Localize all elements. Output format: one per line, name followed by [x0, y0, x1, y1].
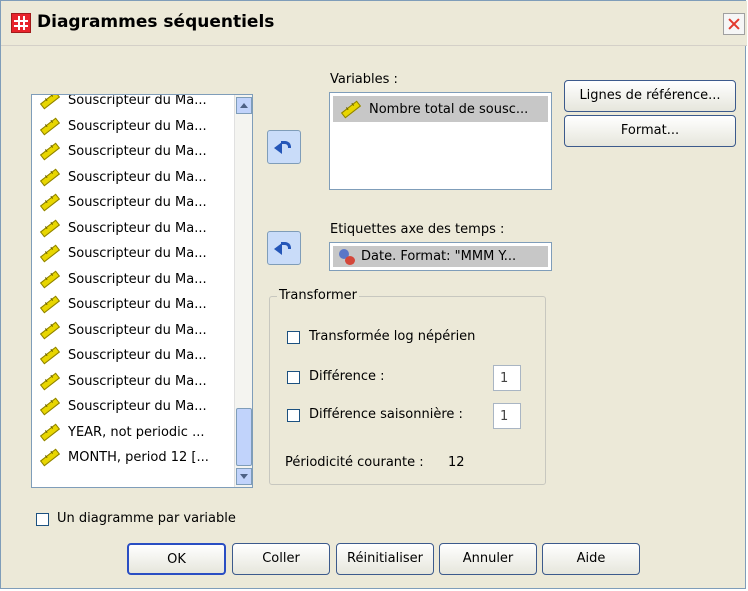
one-chart-per-variable-checkbox[interactable]: [36, 513, 49, 526]
variable-list-item-label: Souscripteur du Ma...: [68, 195, 207, 210]
scale-variable-icon: [38, 425, 58, 439]
app-grid-icon: [11, 13, 31, 33]
scale-variable-icon: [38, 170, 58, 184]
variables-selected-text: Nombre total de sousc...: [369, 102, 529, 117]
paste-button[interactable]: Coller: [232, 543, 330, 575]
variable-list-item-label: Souscripteur du Ma...: [68, 399, 207, 414]
variable-list-item[interactable]: Souscripteur du Ma...: [32, 369, 230, 395]
move-to-time-axis-arrow-icon[interactable]: [267, 231, 301, 265]
source-variable-list[interactable]: Souscripteur du Ma... Souscripteur du Ma.…: [31, 94, 253, 488]
scale-variable-icon: [339, 102, 359, 116]
variable-list-item-label: Souscripteur du Ma...: [68, 348, 207, 363]
scale-variable-icon: [38, 374, 58, 388]
cancel-button[interactable]: Annuler: [439, 543, 537, 575]
difference-label: Différence :: [309, 369, 385, 384]
variables-selected-item[interactable]: Nombre total de sousc...: [333, 96, 548, 122]
scroll-thumb[interactable]: [236, 408, 252, 466]
time-axis-label: Etiquettes axe des temps :: [330, 222, 505, 237]
close-button[interactable]: [723, 13, 745, 35]
seasonal-difference-value: 1: [500, 409, 509, 424]
variable-list-item[interactable]: Souscripteur du Ma...: [32, 139, 230, 165]
help-button[interactable]: Aide: [542, 543, 640, 575]
seasonal-difference-input[interactable]: 1: [493, 403, 521, 429]
difference-input[interactable]: 1: [493, 365, 521, 391]
scroll-up-button[interactable]: [236, 97, 252, 114]
variable-list-item-label: Souscripteur du Ma...: [68, 271, 207, 287]
variable-list-item[interactable]: Souscripteur du Ma...: [32, 267, 230, 293]
scale-variable-icon: [38, 246, 58, 260]
seasonal-difference-checkbox[interactable]: [287, 409, 300, 422]
scale-variable-icon: [38, 399, 58, 413]
scroll-down-button[interactable]: [236, 468, 252, 485]
scale-variable-icon: [38, 119, 58, 133]
variable-list-item[interactable]: Souscripteur du Ma...: [32, 241, 230, 267]
variable-list-item-label: Souscripteur du Ma...: [68, 373, 207, 389]
periodicity-label: Périodicité courante :: [285, 455, 424, 470]
scale-variable-icon: [38, 297, 58, 311]
variable-list-item[interactable]: YEAR, not periodic ...: [32, 420, 230, 446]
scale-variable-icon: [38, 95, 58, 107]
variable-list-item[interactable]: Souscripteur du Ma...: [32, 318, 230, 344]
variable-list-item-label: MONTH, period 12 [...: [68, 450, 209, 465]
variable-list-item[interactable]: Souscripteur du Ma...: [32, 292, 230, 318]
title-bar: Diagrammes séquentiels: [1, 1, 747, 46]
transform-group-title: Transformer: [277, 288, 360, 303]
scale-variable-icon: [38, 272, 58, 286]
variable-list-item-label: Souscripteur du Ma...: [68, 246, 207, 261]
variable-list-item[interactable]: Souscripteur du Ma...: [32, 343, 230, 369]
variable-list-item-label: Souscripteur du Ma...: [68, 169, 207, 185]
variable-list-item-label: Souscripteur du Ma...: [68, 297, 207, 312]
difference-checkbox[interactable]: [287, 371, 300, 384]
variable-list-item[interactable]: Souscripteur du Ma...: [32, 114, 230, 140]
move-to-variables-arrow-icon[interactable]: [267, 130, 301, 164]
scale-variable-icon: [38, 348, 58, 362]
variable-list-item-label: Souscripteur du Ma...: [68, 220, 207, 236]
time-axis-selected-text: Date. Format: "MMM Y...: [361, 249, 517, 264]
time-axis-selected-item[interactable]: Date. Format: "MMM Y...: [333, 246, 548, 267]
variable-list-item[interactable]: Souscripteur du Ma...: [32, 216, 230, 242]
scale-variable-icon: [38, 450, 58, 464]
difference-value: 1: [500, 371, 509, 386]
variables-label: Variables :: [330, 72, 398, 87]
scale-variable-icon: [38, 323, 58, 337]
date-variable-icon: [339, 249, 357, 265]
variable-list-item[interactable]: Souscripteur du Ma...: [32, 94, 230, 114]
variable-list-item-label: Souscripteur du Ma...: [68, 94, 207, 108]
scale-variable-icon: [38, 195, 58, 209]
scale-variable-icon: [38, 221, 58, 235]
format-button[interactable]: Format...: [564, 115, 736, 147]
log-transform-checkbox[interactable]: [287, 331, 300, 344]
list-scrollbar[interactable]: [234, 95, 252, 487]
variable-list-item[interactable]: Souscripteur du Ma...: [32, 394, 230, 420]
scale-variable-icon: [38, 144, 58, 158]
variable-list-item[interactable]: Souscripteur du Ma...: [32, 190, 230, 216]
ok-button[interactable]: OK: [127, 543, 226, 575]
variable-list-item-label: Souscripteur du Ma...: [68, 144, 207, 159]
time-axis-field[interactable]: Date. Format: "MMM Y...: [329, 242, 552, 271]
dialog-window: Diagrammes séquentiels Souscripteur du M…: [0, 0, 747, 589]
variables-list[interactable]: Nombre total de sousc...: [329, 92, 552, 190]
one-chart-per-variable-label: Un diagramme par variable: [57, 511, 236, 526]
log-transform-label: Transformée log népérien: [309, 329, 476, 344]
variable-list-item-label: Souscripteur du Ma...: [68, 118, 207, 134]
variable-list-item-label: Souscripteur du Ma...: [68, 322, 207, 338]
periodicity-value: 12: [448, 455, 465, 470]
reference-lines-button[interactable]: Lignes de référence...: [564, 80, 736, 112]
variable-list-item-label: YEAR, not periodic ...: [68, 424, 205, 440]
reset-button[interactable]: Réinitialiser: [336, 543, 434, 575]
dialog-title: Diagrammes séquentiels: [37, 12, 275, 32]
seasonal-difference-label: Différence saisonnière :: [309, 407, 463, 422]
variable-list-item[interactable]: Souscripteur du Ma...: [32, 165, 230, 191]
variable-list-item[interactable]: MONTH, period 12 [...: [32, 445, 230, 471]
